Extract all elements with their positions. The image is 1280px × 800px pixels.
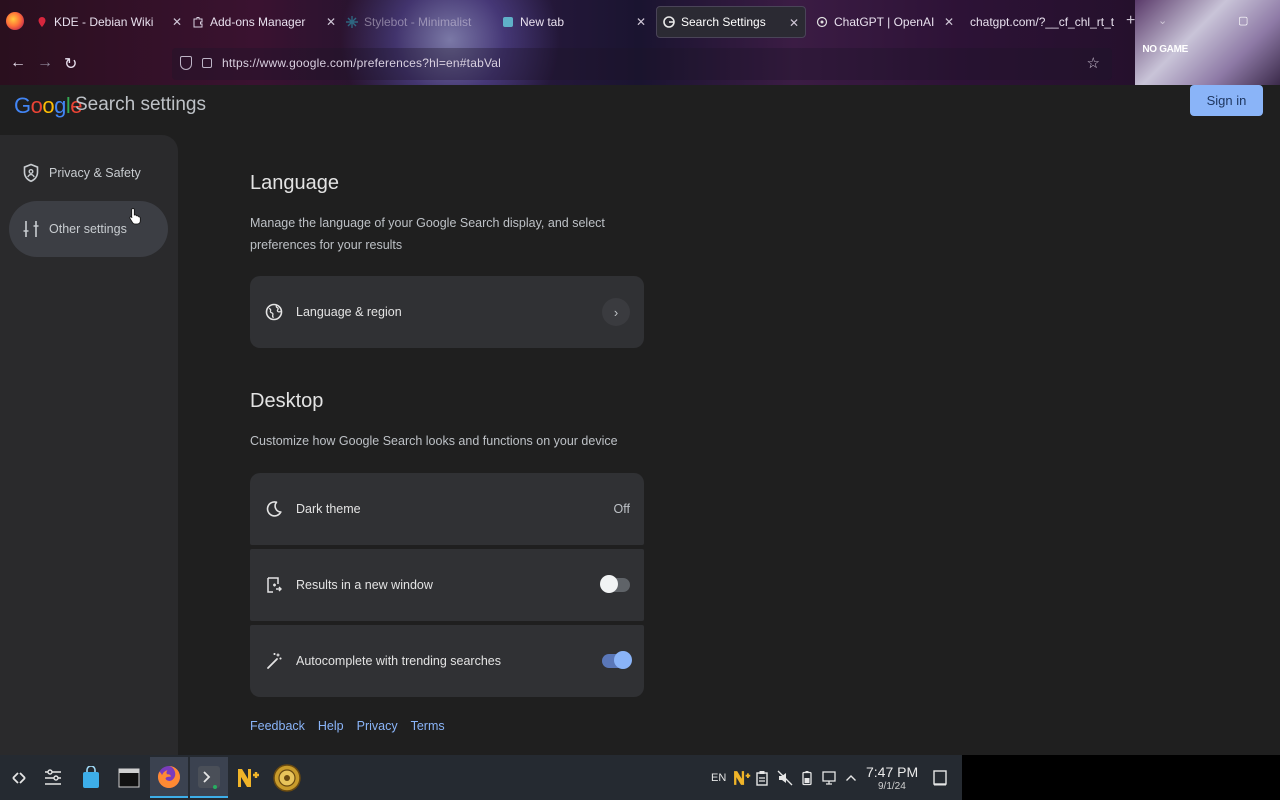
sign-in-button[interactable]: Sign in [1190, 85, 1263, 116]
volume-muted-icon[interactable] [777, 755, 793, 800]
results-new-window-toggle[interactable] [600, 575, 630, 593]
maximize-icon[interactable]: ▢ [1238, 14, 1248, 27]
tab-title: New tab [520, 15, 565, 29]
firefox-menu-icon[interactable] [6, 12, 24, 30]
close-tab-icon[interactable]: ✕ [944, 15, 954, 29]
results-new-window-row[interactable]: Results in a new window [250, 549, 644, 621]
tab-new-tab[interactable]: New tab ✕ [502, 6, 652, 38]
clock-time[interactable]: 7:47 PM [866, 764, 918, 780]
page-content: Google Search settings Sign in Privacy &… [0, 85, 1280, 755]
shield-icon [21, 163, 41, 183]
chevron-right-icon[interactable]: › [602, 298, 630, 326]
clock-date[interactable]: 9/1/24 [878, 781, 906, 792]
tab-addons-manager[interactable]: Add-ons Manager ✕ [192, 6, 342, 38]
taskbar-empty-area [962, 755, 1280, 800]
tab-strip: KDE - Debian Wiki ✕ Add-ons Manager ✕ St… [0, 0, 1280, 44]
help-link[interactable]: Help [318, 719, 344, 733]
hand-cursor-icon [129, 208, 141, 225]
new-tab-button[interactable]: + [1126, 12, 1135, 30]
terms-link[interactable]: Terms [411, 719, 445, 733]
dark-theme-label: Dark theme [296, 502, 361, 516]
system-settings-icon[interactable] [34, 757, 72, 798]
magic-wand-icon [264, 651, 284, 671]
back-icon[interactable]: ← [10, 54, 26, 72]
reload-icon[interactable]: ↻ [64, 54, 77, 74]
terminal-icon[interactable] [190, 757, 228, 798]
firefox-taskbar-icon[interactable] [150, 757, 188, 798]
tab-title: Search Settings [681, 15, 766, 29]
tab-kde-debian-wiki[interactable]: KDE - Debian Wiki ✕ [36, 6, 188, 38]
google-g-icon [663, 16, 675, 28]
results-new-window-label: Results in a new window [296, 578, 433, 592]
page-title: Search settings [75, 94, 206, 115]
google-logo[interactable]: Google [14, 93, 83, 119]
close-tab-icon[interactable]: ✕ [636, 15, 646, 29]
footer-links: Feedback Help Privacy Terms [250, 719, 458, 733]
taskbar: EN 7:47 PM 9/1/24 [0, 755, 962, 800]
tab-title: Add-ons Manager [210, 15, 306, 29]
close-tab-icon[interactable]: ✕ [326, 15, 336, 29]
privacy-link[interactable]: Privacy [357, 719, 398, 733]
language-region-label: Language & region [296, 305, 402, 319]
tab-chatgpt-challenge[interactable]: chatgpt.com/?__cf_chl_rt_t [970, 6, 1118, 38]
desktop-section-description: Customize how Google Search looks and fu… [250, 434, 618, 448]
tracking-protection-icon[interactable] [180, 56, 192, 70]
sidebar-item-other-settings[interactable]: Other settings [9, 201, 168, 257]
clipboard-icon[interactable] [755, 755, 769, 800]
tab-title: chatgpt.com/?__cf_chl_rt_t [970, 15, 1115, 29]
autocomplete-trending-row[interactable]: Autocomplete with trending searches [250, 625, 644, 697]
forward-icon[interactable]: → [37, 54, 53, 72]
language-section-description: Manage the language of your Google Searc… [250, 216, 605, 252]
keyboard-layout-indicator[interactable]: EN [711, 755, 726, 800]
lock-icon[interactable] [202, 58, 212, 68]
battery-icon[interactable] [801, 755, 813, 800]
show-desktop-icon[interactable] [932, 755, 948, 800]
lion-badge-app-icon[interactable] [268, 757, 306, 798]
puzzle-icon [193, 17, 203, 28]
close-tab-icon[interactable]: ✕ [172, 15, 182, 29]
tab-title: ChatGPT | OpenAI [834, 15, 935, 29]
app-launcher-icon[interactable] [0, 757, 38, 798]
language-section-title: Language [250, 172, 339, 194]
close-tab-icon[interactable]: ✕ [789, 16, 799, 30]
tab-chatgpt[interactable]: ChatGPT | OpenAI ✕ [816, 6, 960, 38]
tab-search-settings[interactable]: Search Settings ✕ [656, 6, 806, 38]
new-tab-icon [503, 17, 513, 27]
sidebar-item-label: Privacy & Safety [49, 166, 141, 180]
desktop-section-title: Desktop [250, 390, 324, 412]
navigation-toolbar: ← → ↻ https://www.google.com/preferences… [0, 44, 1280, 85]
url-text[interactable]: https://www.google.com/preferences?hl=en… [222, 56, 501, 70]
tab-title: Stylebot - Minimalist [364, 15, 472, 29]
map-pin-icon [38, 17, 46, 27]
url-bar[interactable]: https://www.google.com/preferences?hl=en… [172, 48, 1112, 80]
globe-icon [264, 302, 284, 322]
language-region-row[interactable]: Language & region › [250, 276, 644, 348]
tab-stylebot[interactable]: Stylebot - Minimalist [346, 6, 496, 38]
settings-sidebar: Privacy & Safety Other settings [0, 135, 178, 755]
sidebar-item-label: Other settings [49, 222, 127, 236]
tray-expand-icon[interactable] [845, 755, 857, 800]
openai-icon [816, 16, 828, 28]
autocomplete-trending-label: Autocomplete with trending searches [296, 654, 501, 668]
file-manager-icon[interactable] [110, 757, 148, 798]
notepad-plus-icon[interactable] [228, 757, 266, 798]
moon-icon [264, 499, 284, 519]
sliders-icon [21, 219, 41, 239]
toggle-knob [600, 575, 618, 593]
open-in-new-window-icon [264, 575, 284, 595]
feedback-link[interactable]: Feedback [250, 719, 305, 733]
list-all-tabs-icon[interactable]: ⌄ [1158, 14, 1167, 27]
dark-theme-value: Off [613, 502, 630, 516]
notepad-tray-icon[interactable] [731, 755, 751, 800]
autocomplete-trending-toggle[interactable] [602, 651, 632, 669]
network-wired-icon[interactable] [821, 755, 839, 800]
toggle-knob [614, 651, 632, 669]
browser-chrome: NO GAME KDE - Debian Wiki ✕ Add-ons Mana… [0, 0, 1280, 85]
stylebot-icon [346, 16, 358, 28]
tab-title: KDE - Debian Wiki [54, 15, 154, 29]
sidebar-item-privacy-safety[interactable]: Privacy & Safety [9, 145, 168, 201]
software-store-icon[interactable] [72, 757, 110, 798]
dark-theme-row[interactable]: Dark theme Off [250, 473, 644, 545]
bookmark-star-icon[interactable]: ☆ [1087, 54, 1100, 72]
